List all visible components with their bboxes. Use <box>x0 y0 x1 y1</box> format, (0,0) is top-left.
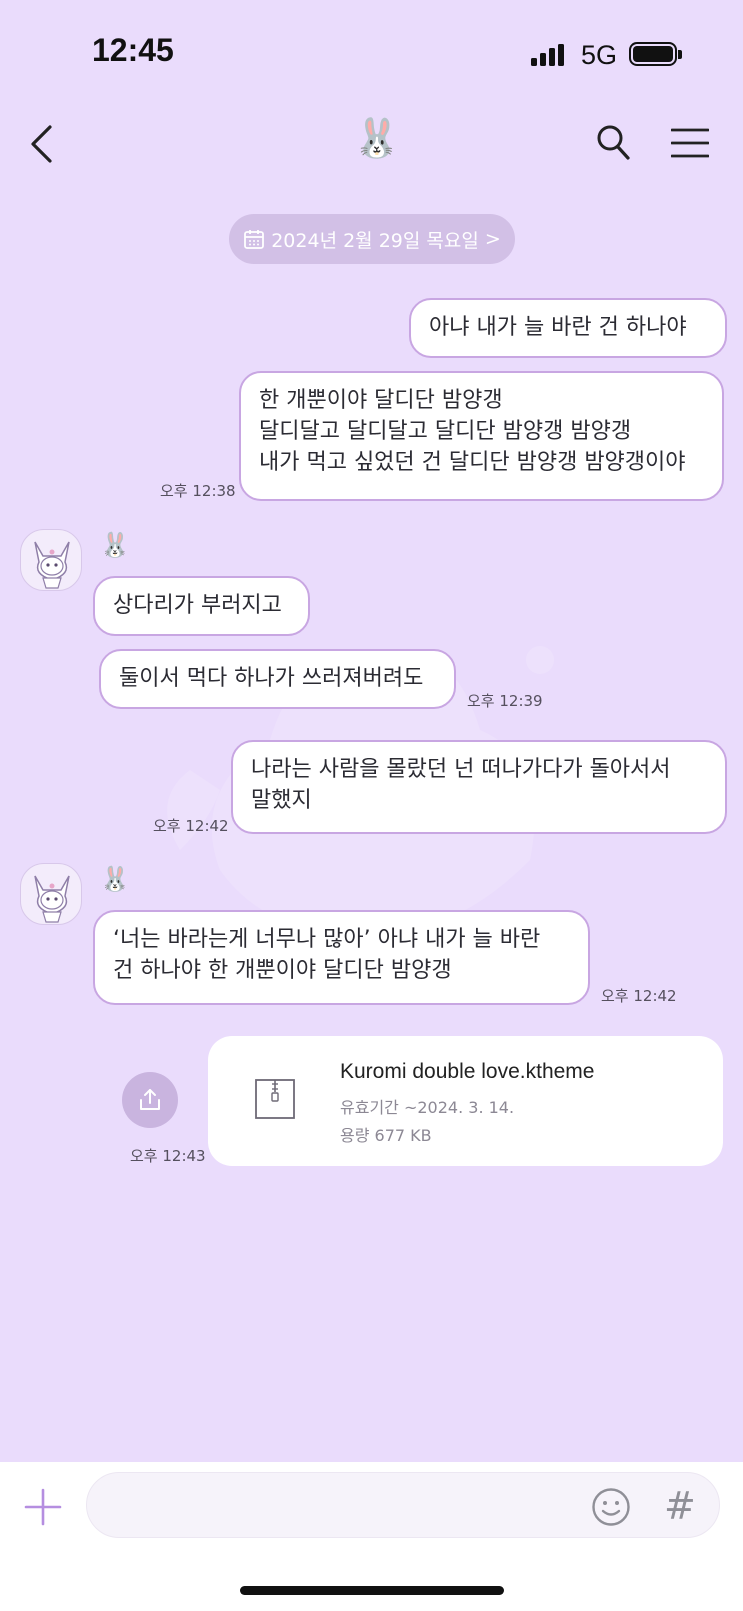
signal-icon <box>531 44 565 66</box>
message-text: 둘이서 먹다 하나가 쓰러져버려도 <box>119 666 424 691</box>
file-expiry: 유효기간 ~2024. 3. 14. <box>340 1098 515 1117</box>
plus-icon[interactable] <box>24 1488 62 1526</box>
share-icon <box>140 1089 160 1110</box>
message-timestamp: 오후 12:43 <box>130 1147 206 1165</box>
message-line: 말했지 <box>251 788 312 813</box>
avatar[interactable] <box>20 529 82 591</box>
kuromi-avatar-icon <box>34 875 70 923</box>
date-label: 2024년 2월 29일 목요일 <box>271 229 479 252</box>
message-timestamp: 오후 12:38 <box>160 482 236 500</box>
chevron-right-icon: > <box>484 228 501 250</box>
message-line: 한 개뿐이야 달디단 밤양갱 <box>259 388 503 413</box>
home-indicator <box>240 1586 504 1595</box>
message-bubble-received[interactable]: 둘이서 먹다 하나가 쓰러져버려도 <box>99 649 456 709</box>
zip-file-icon <box>255 1079 295 1119</box>
calendar-icon <box>244 230 265 249</box>
sender-name: 🐰 <box>100 865 130 893</box>
message-line: ‘너는 바라는게 너무나 많아’ 아냐 내가 늘 바란 <box>113 927 541 952</box>
message-text: 상다리가 부러지고 <box>113 593 282 618</box>
file-size: 용량 677 KB <box>340 1126 432 1145</box>
message-line: 달디달고 달디달고 달디단 밤양갱 밤양갱 <box>259 419 632 444</box>
back-icon[interactable] <box>28 124 56 164</box>
chat-title[interactable]: 🐰 <box>353 116 400 160</box>
avatar[interactable] <box>20 863 82 925</box>
status-time: 12:45 <box>92 32 174 68</box>
message-line: 건 하나야 한 개뿐이야 달디단 밤양갱 <box>113 958 452 983</box>
hashtag-search-button[interactable]: # <box>664 1484 696 1528</box>
message-bubble-sent[interactable]: 한 개뿐이야 달디단 밤양갱 달디달고 달디달고 달디단 밤양갱 밤양갱 내가 … <box>239 371 724 501</box>
date-divider[interactable]: 2024년 2월 29일 목요일 > <box>229 214 515 264</box>
message-timestamp: 오후 12:42 <box>601 987 677 1005</box>
network-label: 5G <box>581 40 618 70</box>
file-attachment[interactable]: Kuromi double love.ktheme 유효기간 ~2024. 3.… <box>208 1036 723 1166</box>
message-bubble-received[interactable]: ‘너는 바라는게 너무나 많아’ 아냐 내가 늘 바란 건 하나야 한 개뿐이야… <box>93 910 590 1005</box>
message-line: 나라는 사람을 몰랐던 넌 떠나가다가 돌아서서 <box>251 757 671 782</box>
message-timestamp: 오후 12:39 <box>467 692 543 710</box>
sender-name: 🐰 <box>100 531 130 559</box>
battery-tip <box>678 50 682 59</box>
message-text: 아냐 내가 늘 바란 건 하나야 <box>429 315 687 340</box>
search-icon[interactable] <box>596 124 630 160</box>
message-bubble-sent[interactable]: 아냐 내가 늘 바란 건 하나야 <box>409 298 727 358</box>
emoji-icon[interactable] <box>591 1487 631 1527</box>
share-button[interactable] <box>122 1072 178 1128</box>
message-bubble-sent[interactable]: 나라는 사람을 몰랐던 넌 떠나가다가 돌아서서 말했지 <box>231 740 727 834</box>
message-line: 내가 먹고 싶었던 건 달디단 밤양갱 밤양갱이야 <box>259 450 686 475</box>
menu-icon[interactable] <box>671 128 709 158</box>
message-timestamp: 오후 12:42 <box>153 817 229 835</box>
file-name: Kuromi double love.ktheme <box>340 1060 595 1083</box>
battery-icon <box>629 42 677 66</box>
kuromi-avatar-icon <box>34 541 70 589</box>
message-bubble-received[interactable]: 상다리가 부러지고 <box>93 576 310 636</box>
